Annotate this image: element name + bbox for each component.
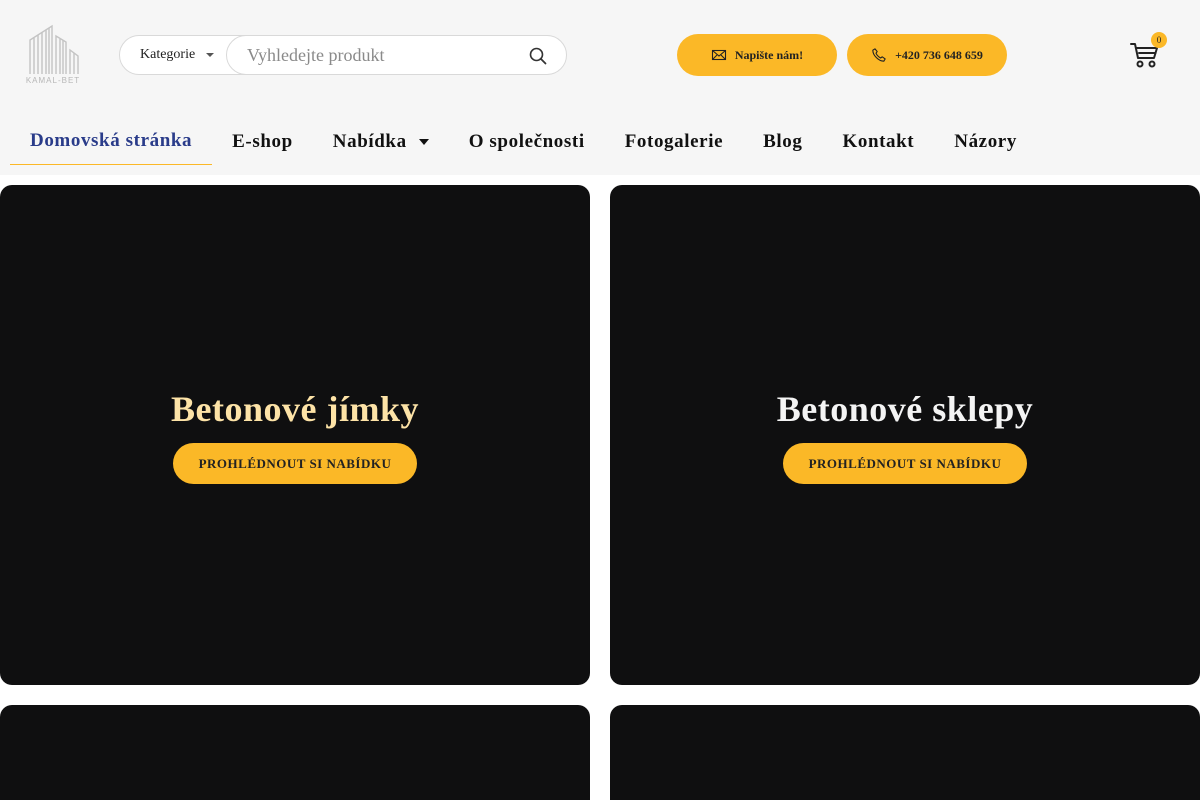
nav-item-label: Fotogalerie <box>624 130 724 152</box>
search-button[interactable] <box>528 46 548 66</box>
category-card-sklepy: Betonové sklepy PROHLÉDNOUT SI NABÍDKU <box>610 185 1200 685</box>
view-offer-button[interactable]: PROHLÉDNOUT SI NABÍDKU <box>173 443 417 484</box>
nav-item-offer[interactable]: Nabídka <box>313 118 449 165</box>
contact-us-label: Napište nám! <box>734 47 804 62</box>
category-card-jimky: Betonové jímky PROHLÉDNOUT SI NABÍDKU <box>0 185 590 685</box>
nav-item-label: Nabídka <box>332 130 407 152</box>
category-card <box>0 705 590 800</box>
search-icon <box>529 47 547 65</box>
cart-count-badge: 0 <box>1151 32 1167 48</box>
logo-text: KAMAL-BET <box>25 76 81 85</box>
main-navigation: Domovská stránka E-shop Nabídka O společ… <box>10 118 1037 165</box>
caret-down-icon <box>206 53 214 57</box>
header: KAMAL-BET Kategorie Napište nám! +420 73… <box>0 0 1200 175</box>
phone-icon <box>872 48 886 62</box>
category-card-title: Betonové jímky <box>171 389 419 429</box>
category-select[interactable]: Kategorie <box>120 36 230 74</box>
contact-us-button[interactable]: Napište nám! <box>677 34 837 76</box>
nav-item-label: Blog <box>763 130 803 152</box>
search-bar: Kategorie <box>119 35 567 75</box>
nav-item-label: Domovská stránka <box>30 130 193 151</box>
nav-item-reviews[interactable]: Názory <box>934 118 1037 165</box>
view-offer-button[interactable]: PROHLÉDNOUT SI NABÍDKU <box>783 443 1027 484</box>
nav-item-contact[interactable]: Kontakt <box>822 118 934 165</box>
category-card-title: Betonové sklepy <box>776 389 1034 429</box>
phone-label: +420 736 648 659 <box>895 47 983 62</box>
nav-item-about[interactable]: O společnosti <box>449 118 605 165</box>
search-input[interactable] <box>226 35 567 75</box>
nav-item-gallery[interactable]: Fotogalerie <box>605 118 743 165</box>
nav-item-label: E-shop <box>232 130 293 152</box>
category-select-label: Kategorie <box>140 47 196 62</box>
caret-down-icon <box>418 138 429 145</box>
category-card <box>610 705 1200 800</box>
site-logo[interactable]: KAMAL-BET <box>22 24 84 86</box>
nav-item-blog[interactable]: Blog <box>743 118 822 165</box>
mail-icon <box>711 49 726 61</box>
nav-item-label: Názory <box>954 130 1017 152</box>
nav-item-home[interactable]: Domovská stránka <box>10 118 213 165</box>
nav-item-label: Kontakt <box>842 130 915 152</box>
phone-button[interactable]: +420 736 648 659 <box>847 34 1007 76</box>
nav-item-label: O společnosti <box>468 130 585 152</box>
nav-item-eshop[interactable]: E-shop <box>212 118 313 165</box>
building-logo-icon <box>29 24 79 74</box>
